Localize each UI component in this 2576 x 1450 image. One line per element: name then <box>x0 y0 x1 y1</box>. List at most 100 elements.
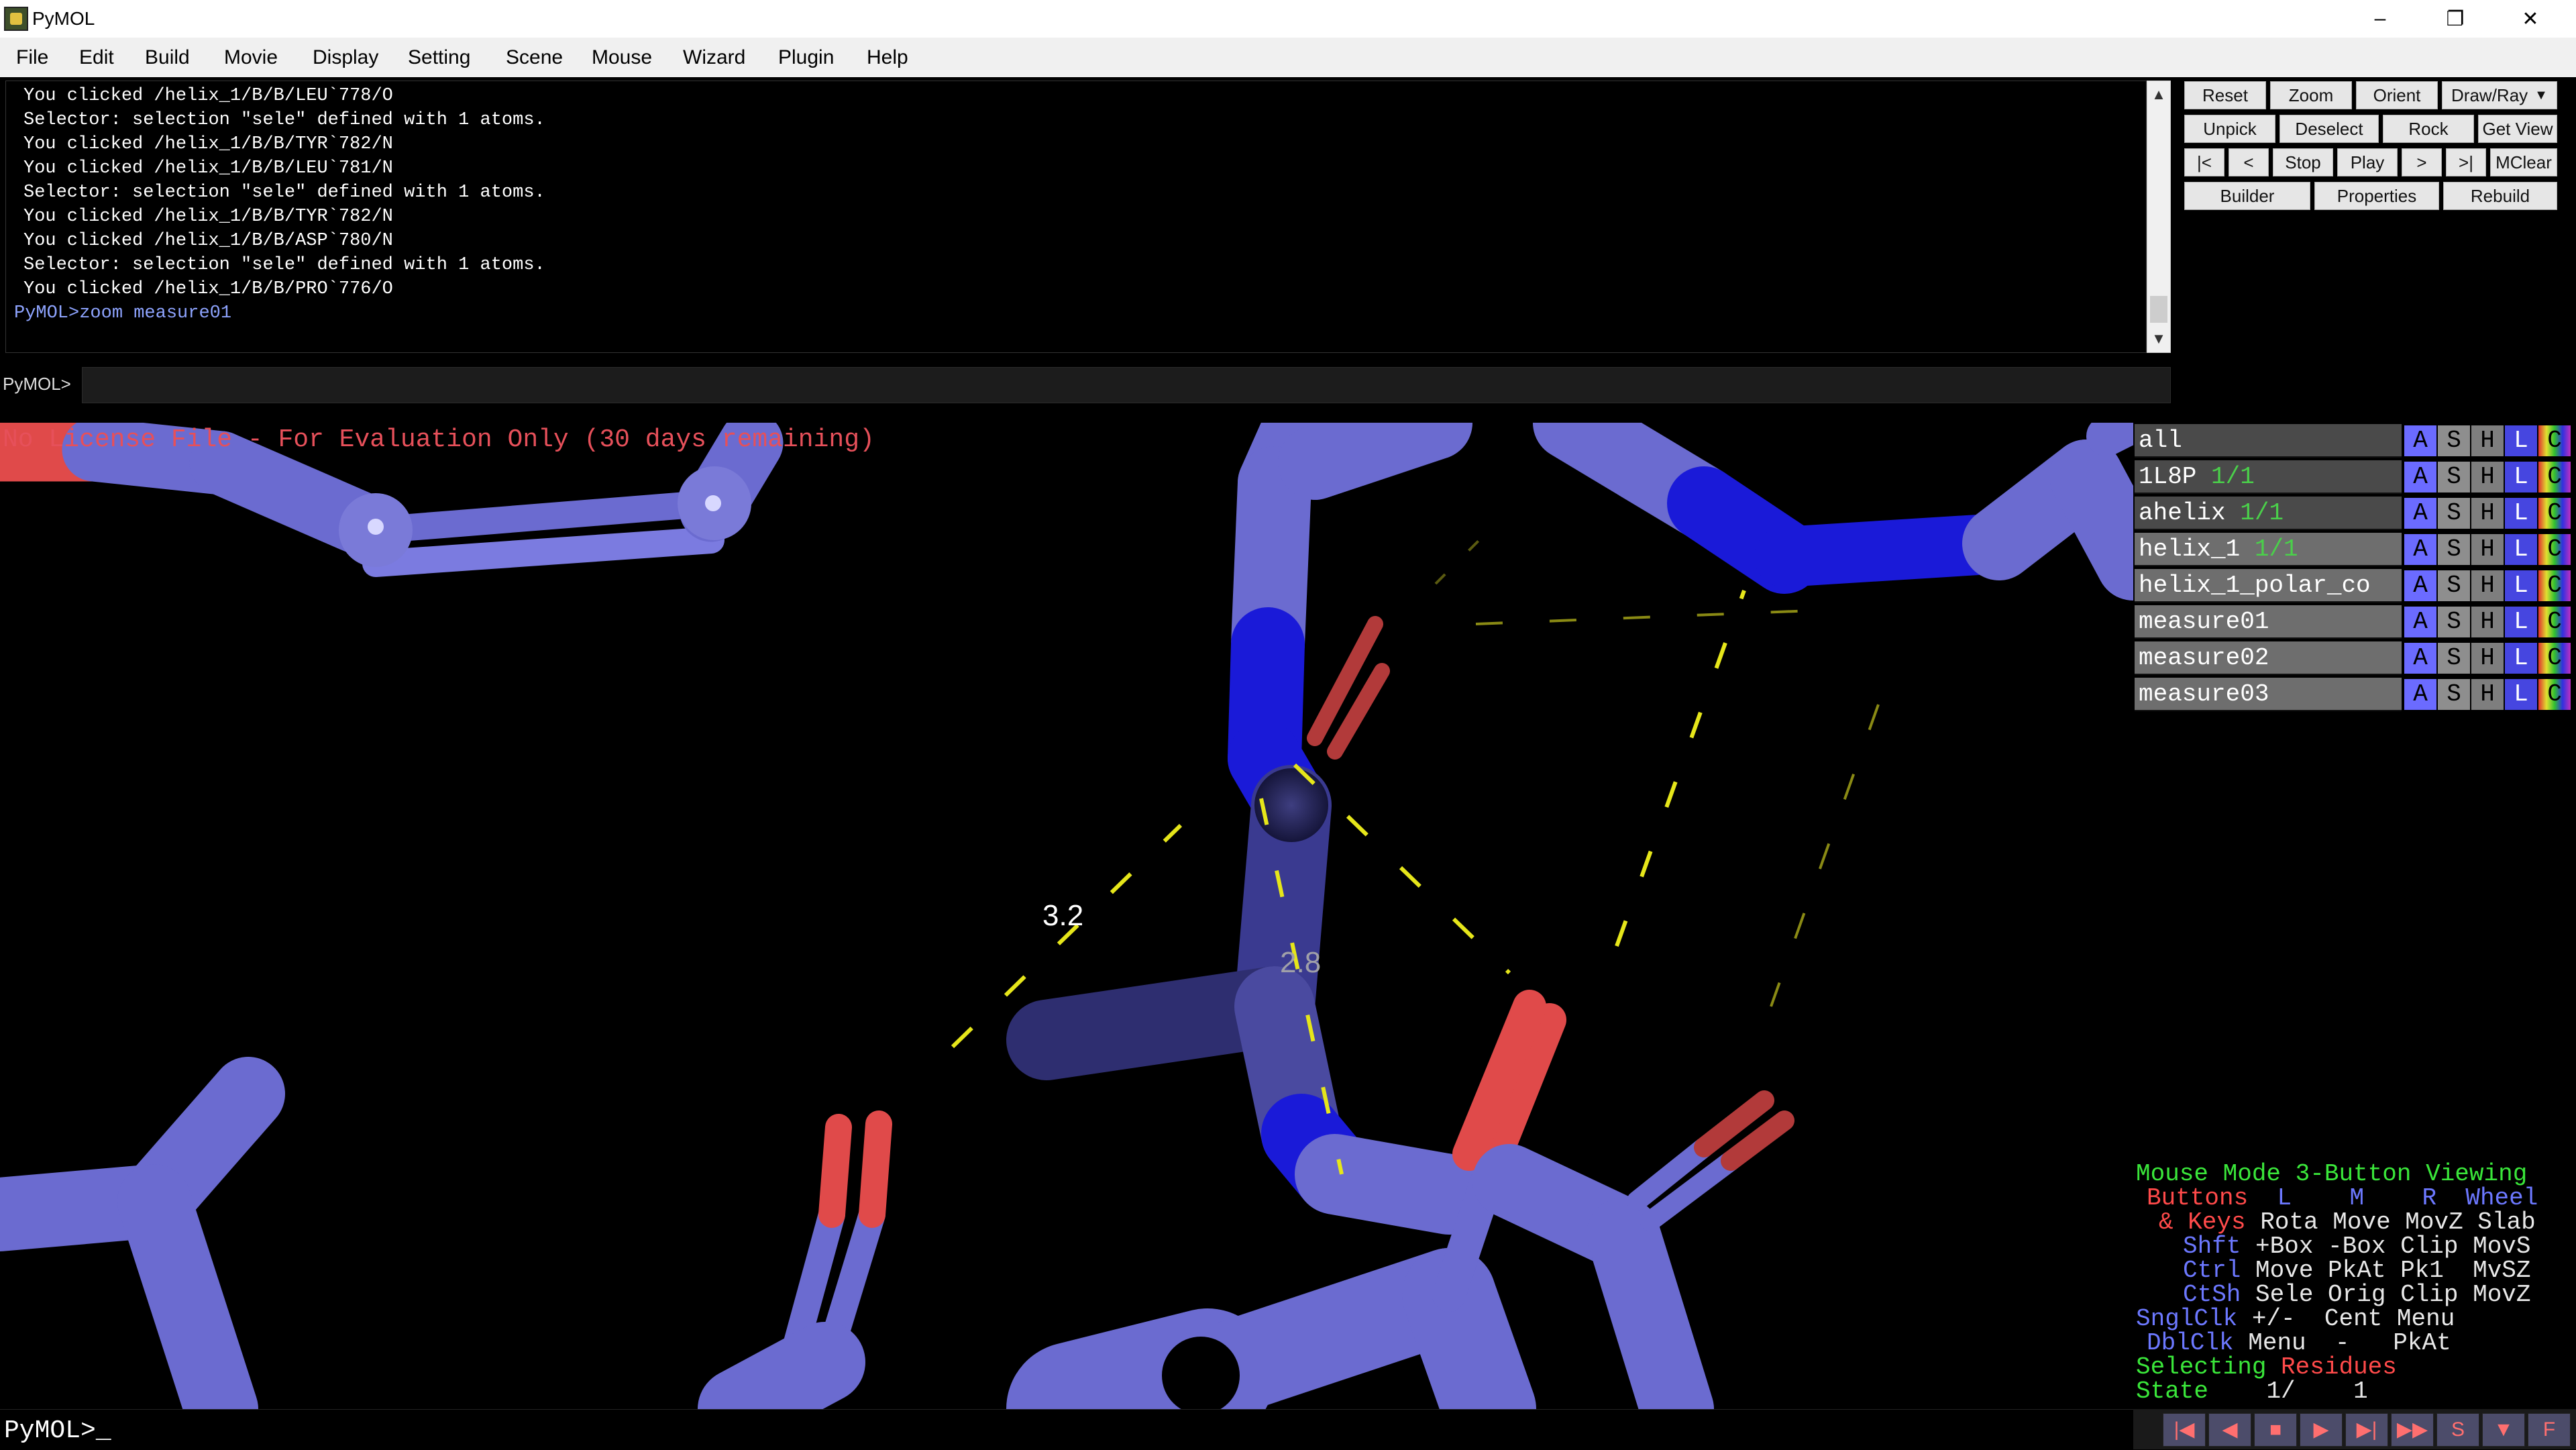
chevron-down-icon[interactable]: ▼ <box>2482 1413 2525 1447</box>
object-label-button[interactable]: L <box>2505 607 2537 637</box>
object-name[interactable]: measure03 <box>2135 678 2402 711</box>
reset-button[interactable]: Reset <box>2184 81 2266 109</box>
step-back-icon[interactable]: ◀ <box>2208 1413 2251 1447</box>
menu-movie[interactable]: Movie <box>224 38 278 77</box>
object-row[interactable]: all A S H L C <box>2133 424 2576 458</box>
object-color-button[interactable]: C <box>2538 607 2571 637</box>
stop-icon[interactable]: ■ <box>2254 1413 2297 1447</box>
object-name[interactable]: ahelix 1/1 <box>2135 497 2402 530</box>
object-row[interactable]: 1L8P 1/1 A S H L C <box>2133 460 2576 494</box>
builder-button[interactable]: Builder <box>2184 182 2310 210</box>
object-action-button[interactable]: A <box>2404 679 2436 710</box>
object-color-button[interactable]: C <box>2538 462 2571 493</box>
first-frame-button[interactable]: |< <box>2184 148 2224 176</box>
zoom-button[interactable]: Zoom <box>2270 81 2352 109</box>
stop-button[interactable]: Stop <box>2273 148 2333 176</box>
menu-display[interactable]: Display <box>313 38 378 77</box>
object-row[interactable]: helix_1_polar_co A S H L C <box>2133 569 2576 603</box>
object-color-button[interactable]: C <box>2538 643 2571 674</box>
get-view-button[interactable]: Get View <box>2478 115 2557 143</box>
object-row[interactable]: measure01 A S H L C <box>2133 605 2576 639</box>
rebuild-button[interactable]: Rebuild <box>2443 182 2557 210</box>
menu-mouse[interactable]: Mouse <box>592 38 652 77</box>
play-button[interactable]: Play <box>2337 148 2398 176</box>
object-label-button[interactable]: L <box>2505 679 2537 710</box>
object-row[interactable]: measure02 A S H L C <box>2133 641 2576 675</box>
unpick-button[interactable]: Unpick <box>2184 115 2275 143</box>
object-action-button[interactable]: A <box>2404 425 2436 456</box>
close-button[interactable]: ✕ <box>2493 0 2568 38</box>
step-forward-icon[interactable]: ▶| <box>2345 1413 2388 1447</box>
menu-help[interactable]: Help <box>867 38 908 77</box>
rewind-icon[interactable]: |◀ <box>2163 1413 2206 1447</box>
object-row[interactable]: helix_1 1/1 A S H L C <box>2133 533 2576 566</box>
object-hide-button[interactable]: H <box>2471 425 2504 456</box>
object-name[interactable]: helix_1_polar_co <box>2135 569 2402 603</box>
object-color-button[interactable]: C <box>2538 570 2571 601</box>
object-name[interactable]: all <box>2135 424 2402 458</box>
scrollbar-thumb[interactable] <box>2150 296 2167 323</box>
object-show-button[interactable]: S <box>2438 462 2470 493</box>
play-icon[interactable]: ▶ <box>2300 1413 2343 1447</box>
scroll-down-icon[interactable]: ▼ <box>2147 325 2170 352</box>
object-name[interactable]: 1L8P 1/1 <box>2135 460 2402 494</box>
object-show-button[interactable]: S <box>2438 570 2470 601</box>
object-show-button[interactable]: S <box>2438 425 2470 456</box>
scene-toggle-icon[interactable]: S <box>2436 1413 2479 1447</box>
object-action-button[interactable]: A <box>2404 462 2436 493</box>
object-name[interactable]: measure01 <box>2135 605 2402 639</box>
console-output[interactable]: You clicked /helix_1/B/B/LEU`778/O Selec… <box>5 81 2147 353</box>
object-hide-button[interactable]: H <box>2471 607 2504 637</box>
last-frame-button[interactable]: >| <box>2446 148 2486 176</box>
object-color-button[interactable]: C <box>2538 498 2571 529</box>
object-hide-button[interactable]: H <box>2471 679 2504 710</box>
draw-ray-button[interactable]: Draw/Ray ▼ <box>2442 81 2557 109</box>
object-hide-button[interactable]: H <box>2471 498 2504 529</box>
mclear-button[interactable]: MClear <box>2490 148 2557 176</box>
object-hide-button[interactable]: H <box>2471 643 2504 674</box>
menu-plugin[interactable]: Plugin <box>778 38 834 77</box>
fullscreen-icon[interactable]: F <box>2528 1413 2571 1447</box>
menu-wizard[interactable]: Wizard <box>683 38 745 77</box>
object-color-button[interactable]: C <box>2538 534 2571 565</box>
object-action-button[interactable]: A <box>2404 643 2436 674</box>
properties-button[interactable]: Properties <box>2314 182 2439 210</box>
menu-scene[interactable]: Scene <box>506 38 563 77</box>
object-name[interactable]: measure02 <box>2135 641 2402 675</box>
object-label-button[interactable]: L <box>2505 534 2537 565</box>
object-label-button[interactable]: L <box>2505 462 2537 493</box>
console-scrollbar[interactable]: ▲ ▼ <box>2147 81 2171 353</box>
object-show-button[interactable]: S <box>2438 643 2470 674</box>
next-frame-button[interactable]: > <box>2402 148 2442 176</box>
object-show-button[interactable]: S <box>2438 534 2470 565</box>
object-name[interactable]: helix_1 1/1 <box>2135 533 2402 566</box>
object-action-button[interactable]: A <box>2404 534 2436 565</box>
menu-build[interactable]: Build <box>145 38 190 77</box>
object-hide-button[interactable]: H <box>2471 462 2504 493</box>
deselect-button[interactable]: Deselect <box>2279 115 2379 143</box>
object-label-button[interactable]: L <box>2505 498 2537 529</box>
object-row[interactable]: measure03 A S H L C <box>2133 678 2576 711</box>
object-color-button[interactable]: C <box>2538 679 2571 710</box>
object-hide-button[interactable]: H <box>2471 534 2504 565</box>
rock-button[interactable]: Rock <box>2383 115 2474 143</box>
scroll-up-icon[interactable]: ▲ <box>2147 81 2170 108</box>
object-action-button[interactable]: A <box>2404 570 2436 601</box>
menu-edit[interactable]: Edit <box>79 38 114 77</box>
object-action-button[interactable]: A <box>2404 607 2436 637</box>
object-color-button[interactable]: C <box>2538 425 2571 456</box>
viewport-command-prompt[interactable]: PyMOL>_ <box>0 1409 2133 1450</box>
object-hide-button[interactable]: H <box>2471 570 2504 601</box>
prev-frame-button[interactable]: < <box>2229 148 2269 176</box>
object-show-button[interactable]: S <box>2438 607 2470 637</box>
orient-button[interactable]: Orient <box>2356 81 2438 109</box>
object-show-button[interactable]: S <box>2438 498 2470 529</box>
fast-forward-icon[interactable]: ▶▶ <box>2391 1413 2434 1447</box>
object-row[interactable]: ahelix 1/1 A S H L C <box>2133 497 2576 530</box>
menu-file[interactable]: File <box>16 38 48 77</box>
3d-viewport[interactable]: No License File - For Evaluation Only (3… <box>0 423 2133 1409</box>
restore-button[interactable]: ❐ <box>2418 0 2493 38</box>
object-label-button[interactable]: L <box>2505 425 2537 456</box>
minimize-button[interactable]: – <box>2343 0 2418 38</box>
object-action-button[interactable]: A <box>2404 498 2436 529</box>
